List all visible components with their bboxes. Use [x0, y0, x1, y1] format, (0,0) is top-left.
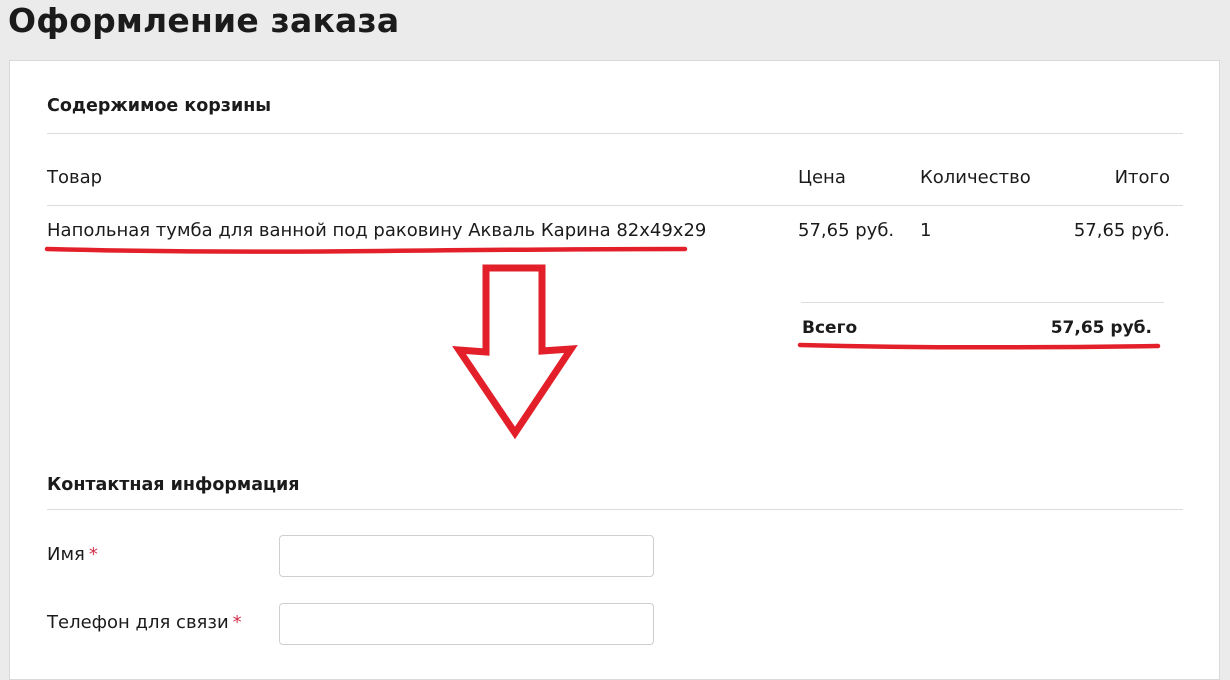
page-title: Оформление заказа [8, 1, 400, 40]
cart-item-total: 57,65 руб. [1073, 220, 1170, 241]
checkout-panel: Содержимое корзины Товар Цена Количество… [9, 60, 1220, 680]
contact-heading-divider [47, 509, 1183, 510]
column-header-price: Цена [798, 167, 846, 188]
name-input[interactable] [279, 535, 654, 577]
required-asterisk: * [88, 544, 98, 565]
grand-total-label: Всего [802, 318, 858, 338]
name-field-label: Имя * [47, 544, 98, 565]
cart-heading: Содержимое корзины [47, 96, 272, 116]
cart-item-price: 57,65 руб. [798, 220, 895, 241]
grand-total-value: 57,65 руб. [1050, 318, 1152, 338]
column-header-total: Итого [1114, 167, 1170, 188]
cart-item-quantity: 1 [920, 220, 932, 241]
required-asterisk: * [232, 612, 242, 633]
column-header-product: Товар [47, 167, 103, 188]
cart-item-product-link[interactable]: Напольная тумба для ванной под раковину … [47, 219, 706, 243]
cart-heading-divider [47, 133, 1183, 134]
grand-total-divider [801, 302, 1164, 303]
cart-header-divider [47, 205, 1183, 206]
column-header-quantity: Количество [920, 167, 1031, 188]
contact-heading: Контактная информация [47, 475, 300, 495]
phone-field-label: Телефон для связи * [47, 612, 242, 633]
phone-input[interactable] [279, 603, 654, 645]
